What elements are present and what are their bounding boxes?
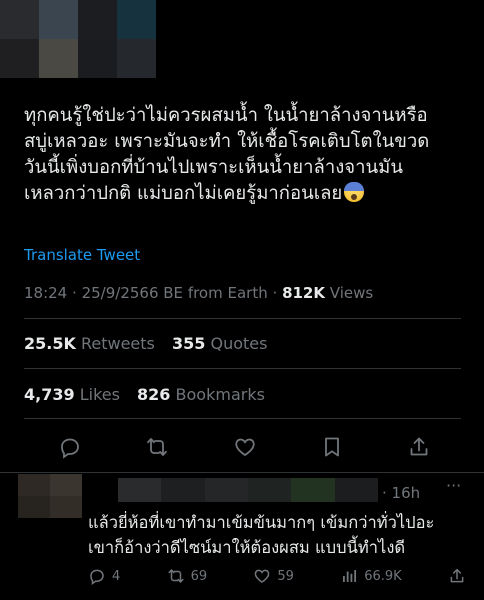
avatar-pixel	[78, 39, 117, 78]
reply-text: แล้วยี่ห้อที่เขาทำมาเข้มข้นมากๆ เข้มกว่า…	[88, 513, 435, 557]
meta-separator: ·	[272, 284, 278, 302]
reply-retweet-button[interactable]: 69	[167, 567, 208, 585]
retweets-quotes-row: 25.5K Retweets 355 Quotes	[24, 334, 267, 353]
divider	[24, 318, 461, 319]
retweet-icon	[147, 438, 168, 456]
name-pixel	[334, 478, 378, 502]
like-button[interactable]	[233, 435, 257, 459]
avatar-pixel	[39, 39, 78, 78]
author-avatar-pixelated[interactable]	[0, 0, 156, 78]
avatar-pixel	[117, 39, 156, 78]
avatar-pixel	[117, 0, 156, 39]
like-icon	[234, 438, 255, 457]
name-pixel	[161, 478, 205, 502]
retweets-count: 25.5K	[24, 334, 76, 353]
quotes-count: 355	[171, 334, 206, 353]
avatar-pixel	[39, 0, 78, 39]
more-options-button[interactable]: ···	[446, 476, 461, 495]
reply-icon	[90, 569, 104, 585]
reply-likes-count: 59	[277, 568, 294, 584]
likes-label: Likes	[79, 385, 120, 404]
name-pixel	[291, 478, 335, 502]
name-pixel	[118, 478, 162, 502]
divider	[24, 418, 461, 419]
avatar-pixel	[0, 39, 39, 78]
avatar-pixel	[50, 496, 82, 518]
reply-views-count: 66.9K	[364, 568, 402, 584]
reply-like-button[interactable]: 59	[253, 567, 294, 585]
tweet-action-bar	[24, 432, 461, 462]
likes-bookmarks-row: 4,739 Likes 826 Bookmarks	[24, 385, 265, 404]
reply-icon	[61, 438, 79, 459]
tweet-source: from Earth	[187, 284, 268, 302]
tweet-date[interactable]: 25/9/2566 BE	[82, 284, 183, 302]
reply-retweets-count: 69	[190, 568, 208, 584]
reply-replies-count: 4	[112, 568, 121, 584]
reply-views-button[interactable]: 66.9K	[340, 567, 402, 585]
reply-avatar-pixelated[interactable]	[18, 474, 82, 518]
meta-separator: ·	[72, 284, 77, 302]
avatar-pixel	[50, 474, 82, 496]
reply-reply-button[interactable]: 4	[88, 567, 120, 585]
tweet-body: ทุกคนรู้ใช่ปะว่าไม่ควรผสมน้ำ ในน้ำยาล้าง…	[24, 105, 430, 204]
divider	[0, 472, 484, 473]
reply-share-button[interactable]	[448, 567, 466, 585]
reply-action-bar: 4 69 59 66.9K	[88, 564, 466, 588]
quotes-stat[interactable]: 355 Quotes	[172, 334, 267, 353]
share-icon	[450, 568, 464, 583]
reply-author-pixelated[interactable]	[118, 478, 378, 502]
reply-button[interactable]	[58, 435, 82, 459]
bookmarks-stat[interactable]: 826 Bookmarks	[137, 385, 265, 404]
bookmarks-count: 826	[137, 385, 171, 404]
avatar-pixel	[78, 0, 117, 39]
like-icon	[255, 569, 270, 583]
name-pixel	[204, 478, 248, 502]
share-button[interactable]	[407, 435, 431, 459]
name-pixel	[247, 478, 292, 502]
fearful-face-emoji	[344, 182, 365, 202]
tweet-time[interactable]: 18:24	[24, 284, 67, 302]
divider	[24, 368, 461, 369]
bookmark-icon	[324, 437, 339, 457]
views-label: Views	[329, 284, 374, 302]
bookmarks-label: Bookmarks	[175, 385, 265, 404]
bookmark-button[interactable]	[320, 435, 344, 459]
retweet-button[interactable]	[145, 435, 169, 459]
retweet-icon	[168, 569, 184, 583]
avatar-pixel	[18, 496, 50, 518]
retweets-stat[interactable]: 25.5K Retweets	[24, 334, 155, 353]
quotes-label: Quotes	[210, 334, 268, 353]
tweet-meta: 18:24 · 25/9/2566 BE from Earth · 812K V…	[24, 284, 373, 302]
avatar-pixel	[0, 0, 39, 39]
likes-count: 4,739	[24, 385, 75, 404]
likes-stat[interactable]: 4,739 Likes	[24, 385, 120, 404]
views-count: 812K	[282, 284, 325, 302]
views-icon	[343, 570, 357, 582]
share-icon	[410, 437, 428, 456]
reply-timestamp[interactable]: · 16h	[382, 484, 420, 502]
retweets-label: Retweets	[80, 334, 155, 353]
avatar-pixel	[18, 474, 50, 496]
tweet-text: ทุกคนรู้ใช่ปะว่าไม่ควรผสมน้ำ ในน้ำยาล้าง…	[24, 103, 468, 207]
translate-tweet-link[interactable]: Translate Tweet	[24, 246, 140, 264]
